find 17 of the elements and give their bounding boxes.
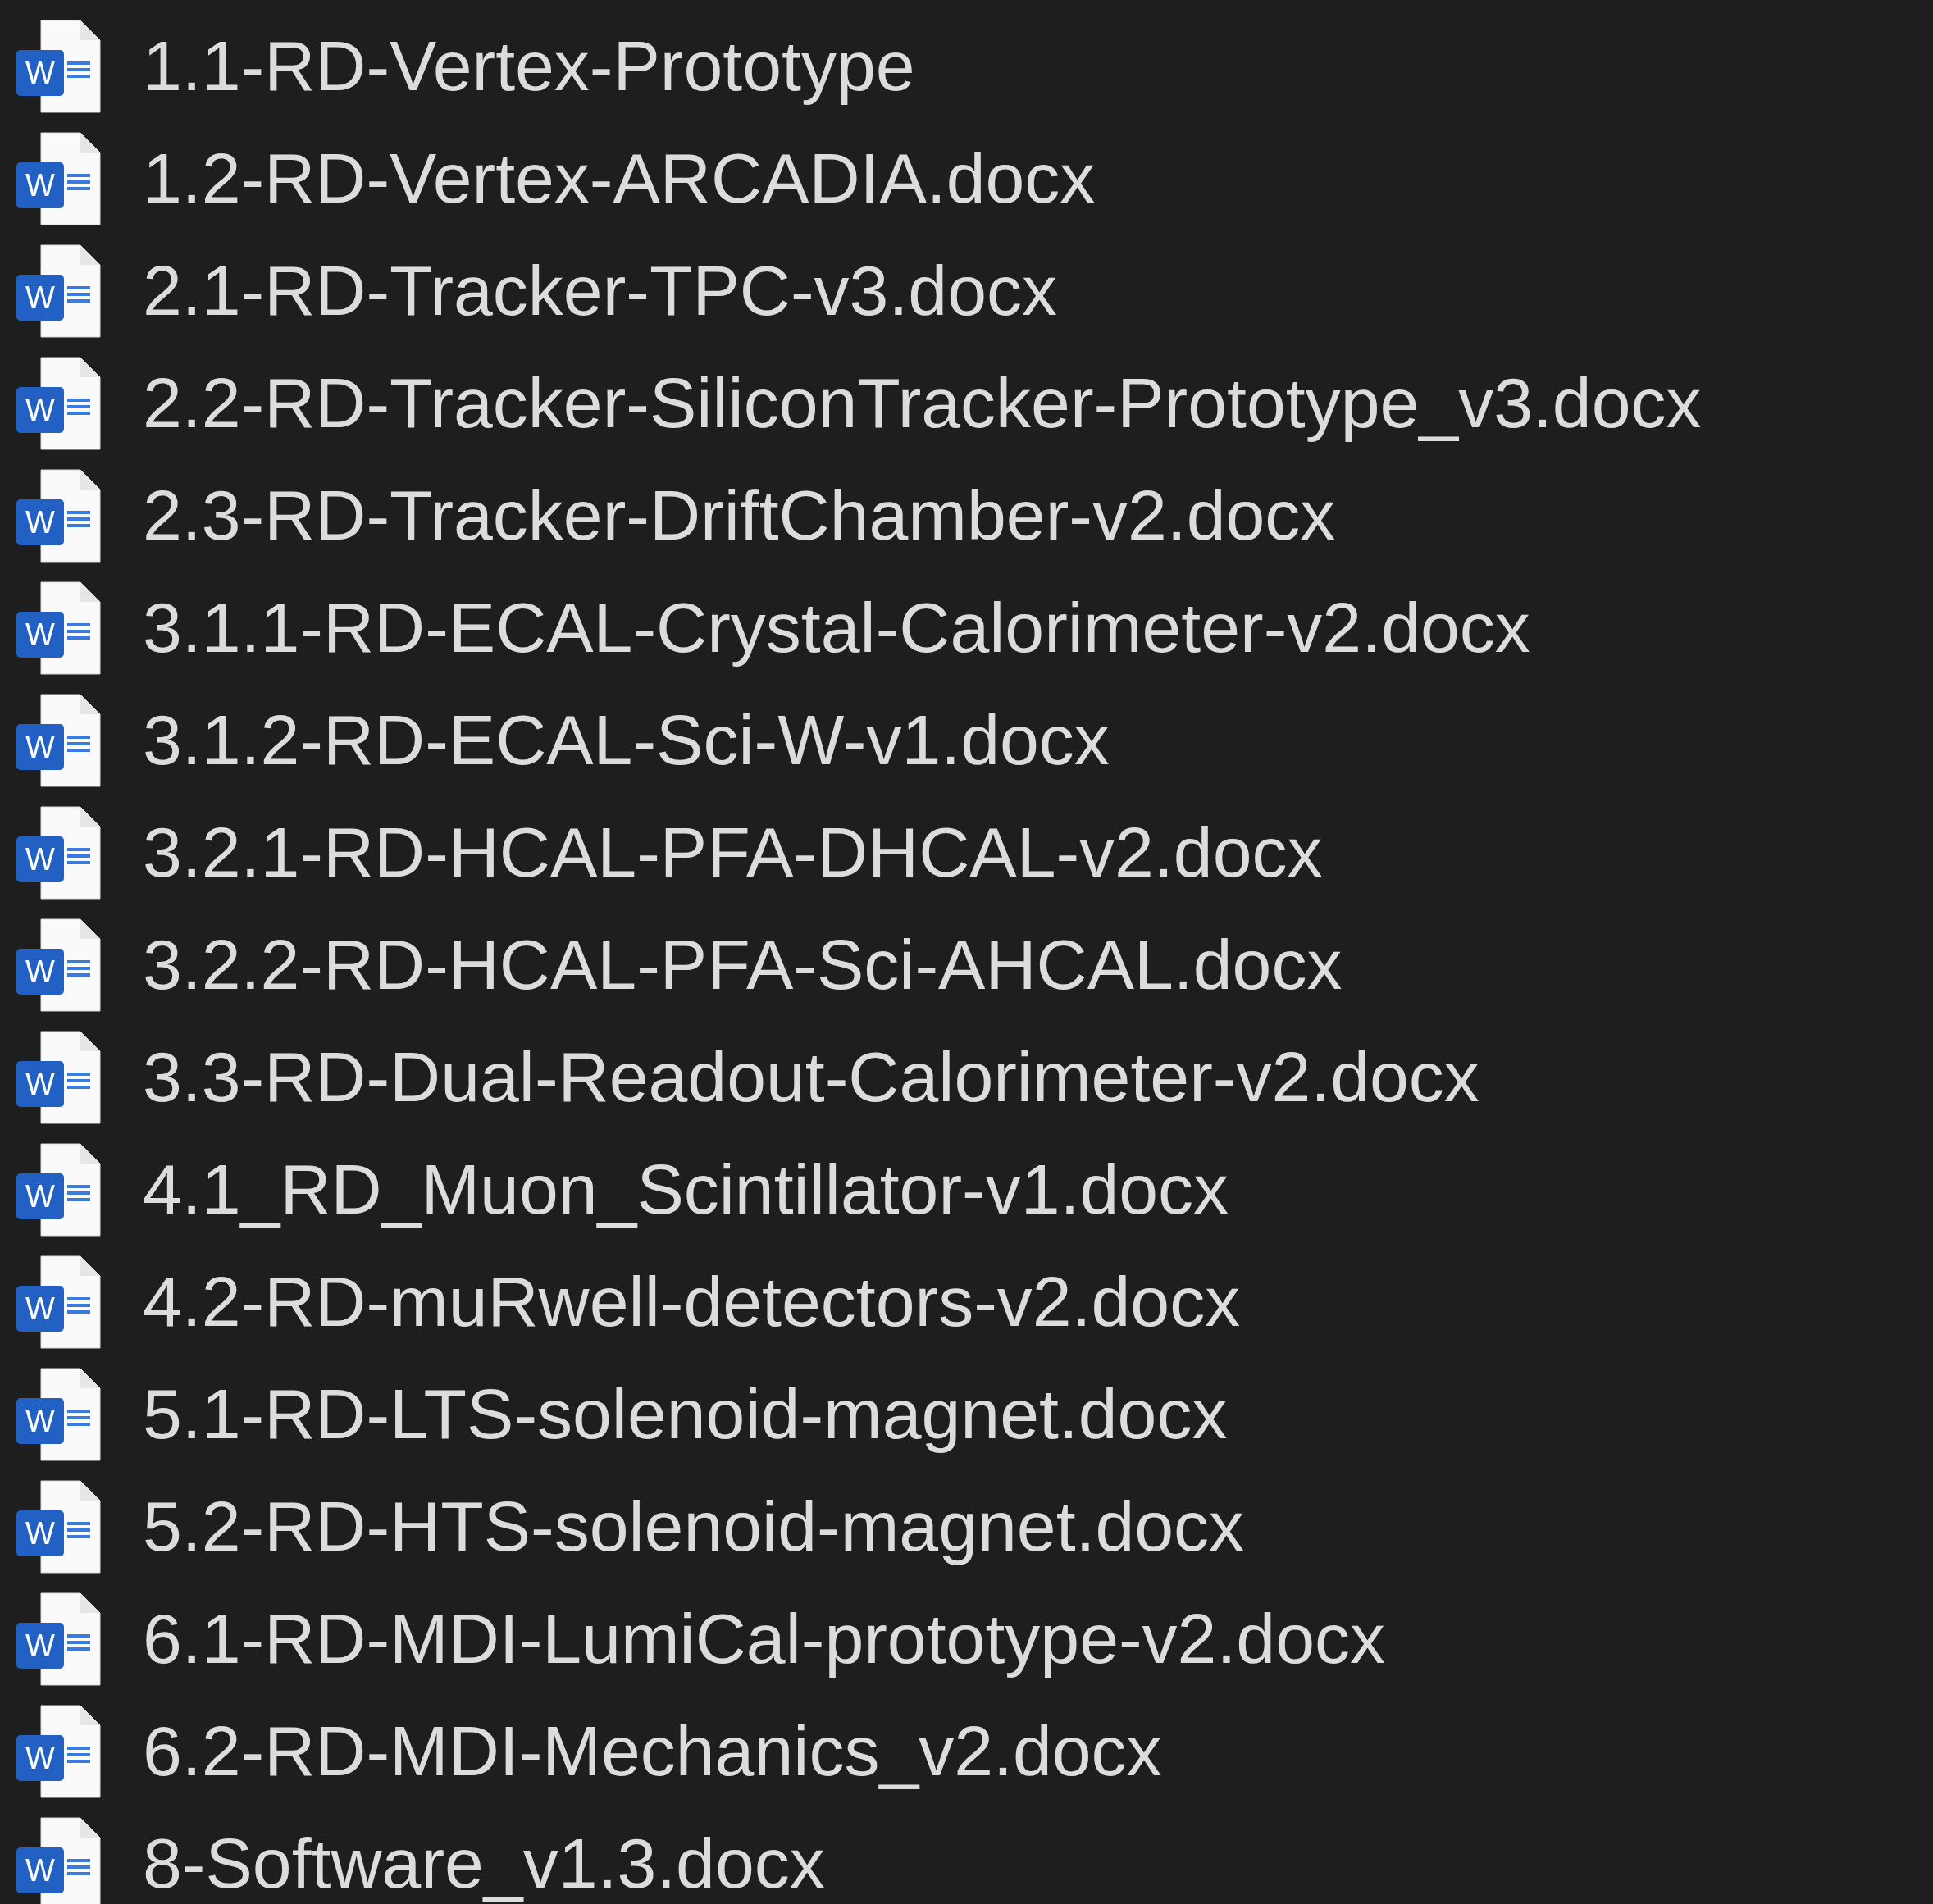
file-name[interactable]: 6.2-RD-MDI-Mechanics_v2.docx — [143, 1710, 1162, 1792]
file-name[interactable]: 3.1.2-RD-ECAL-Sci-W-v1.docx — [143, 699, 1110, 781]
file-name[interactable]: 2.2-RD-Tracker-SiliconTracker-Prototype_v3.docx — [143, 362, 1702, 444]
file-name[interactable]: 1.2-RD-Vertex-ARCADIA.docx — [143, 138, 1096, 219]
file-name[interactable]: 5.2-RD-HTS-solenoid-magnet.docx — [143, 1486, 1245, 1567]
file-name[interactable]: 4.1_RD_Muon_Scintillator-v1.docx — [143, 1149, 1229, 1230]
file-name[interactable]: 2.1-RD-Tracker-TPC-v3.docx — [143, 250, 1057, 331]
file-name[interactable]: 3.2.2-RD-HCAL-PFA-Sci-AHCAL.docx — [143, 924, 1343, 1005]
file-name[interactable]: 3.2.1-RD-HCAL-PFA-DHCAL-v2.docx — [143, 812, 1323, 893]
file-name[interactable]: 3.3-RD-Dual-Readout-Calorimeter-v2.docx — [143, 1036, 1479, 1118]
file-name[interactable]: 8-Software_v1.3.docx — [143, 1823, 825, 1904]
file-name[interactable]: 2.3-RD-Tracker-DriftChamber-v2.docx — [143, 475, 1336, 556]
file-name[interactable]: 6.1-RD-MDI-LumiCal-prototype-v2.docx — [143, 1598, 1385, 1679]
file-name[interactable]: 3.1.1-RD-ECAL-Crystal-Calorimeter-v2.docx — [143, 587, 1530, 668]
file-name[interactable]: 5.1-RD-LTS-solenoid-magnet.docx — [143, 1373, 1228, 1455]
file-name[interactable]: 4.2-RD-muRwell-detectors-v2.docx — [143, 1261, 1241, 1342]
file-name[interactable]: 1.1-RD-Vertex-Prototype — [143, 25, 915, 107]
